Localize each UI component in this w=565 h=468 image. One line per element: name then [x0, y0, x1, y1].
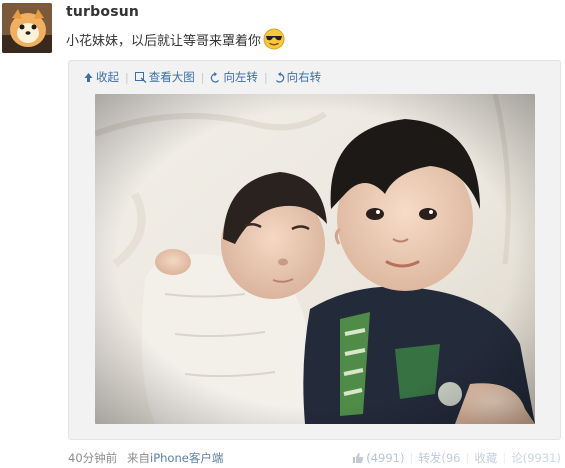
- post-photo[interactable]: [95, 94, 535, 424]
- post-source: 来自iPhone客户端: [127, 450, 223, 466]
- actions-separator: |: [465, 451, 470, 465]
- collapse-button[interactable]: 收起: [83, 69, 119, 85]
- post-actions: (4991) | 转发(96 | 收藏 | 论(9931): [352, 450, 561, 466]
- repost-label: 转发(96: [418, 451, 461, 465]
- arrow-up-icon: [84, 72, 93, 82]
- post-time[interactable]: 40分钟前: [68, 450, 117, 466]
- repost-button[interactable]: 转发(96: [418, 450, 460, 466]
- rotate-right-button[interactable]: 向右转: [274, 69, 322, 85]
- children-photo: [95, 94, 535, 424]
- rotate-right-icon: [275, 71, 284, 83]
- username[interactable]: turbosun: [66, 4, 139, 20]
- magnify-icon: [134, 71, 147, 83]
- comment-button[interactable]: 论(9931): [511, 450, 561, 466]
- view-large-label: 查看大图: [148, 70, 195, 84]
- rotate-left-button[interactable]: 向左转: [210, 69, 258, 85]
- rotate-right-label: 向右转: [286, 70, 322, 84]
- post-footer: 40分钟前 来自iPhone客户端 (4991) | 转发(96 | 收藏 | …: [68, 448, 561, 466]
- media-box: 收起 | 查看大图 | 向左转 | 向右转: [68, 60, 561, 440]
- weibo-post: turbosun 小花妹妹，以后就让等哥来罩着你 收起 | 查看大图 | 向左转…: [0, 0, 565, 468]
- like-button[interactable]: (4991): [352, 451, 405, 465]
- like-count: (4991): [366, 451, 405, 465]
- rotate-left-icon: [211, 71, 220, 83]
- toolbar-separator: |: [263, 70, 268, 84]
- toolbar-separator: |: [125, 70, 129, 84]
- favorite-label: 收藏: [474, 451, 498, 465]
- post-text: 小花妹妹，以后就让等哥来罩着你: [66, 28, 285, 50]
- comment-count: 论(9931): [511, 451, 561, 465]
- avatar-image: [2, 3, 52, 53]
- source-client-link[interactable]: iPhone客户端: [150, 451, 223, 465]
- cool-face-emoji-icon: [263, 28, 285, 50]
- source-prefix: 来自: [127, 451, 150, 465]
- collapse-label: 收起: [96, 70, 119, 84]
- avatar[interactable]: [2, 3, 52, 53]
- view-large-button[interactable]: 查看大图: [134, 69, 195, 85]
- post-body: 小花妹妹，以后就让等哥来罩着你: [66, 33, 262, 49]
- toolbar-separator: |: [200, 70, 205, 84]
- actions-separator: |: [502, 451, 507, 465]
- favorite-button[interactable]: 收藏: [474, 450, 497, 466]
- thumbs-up-icon: [353, 453, 364, 463]
- image-toolbar: 收起 | 查看大图 | 向左转 | 向右转: [83, 67, 321, 87]
- rotate-left-label: 向左转: [223, 70, 258, 84]
- actions-separator: |: [409, 451, 414, 465]
